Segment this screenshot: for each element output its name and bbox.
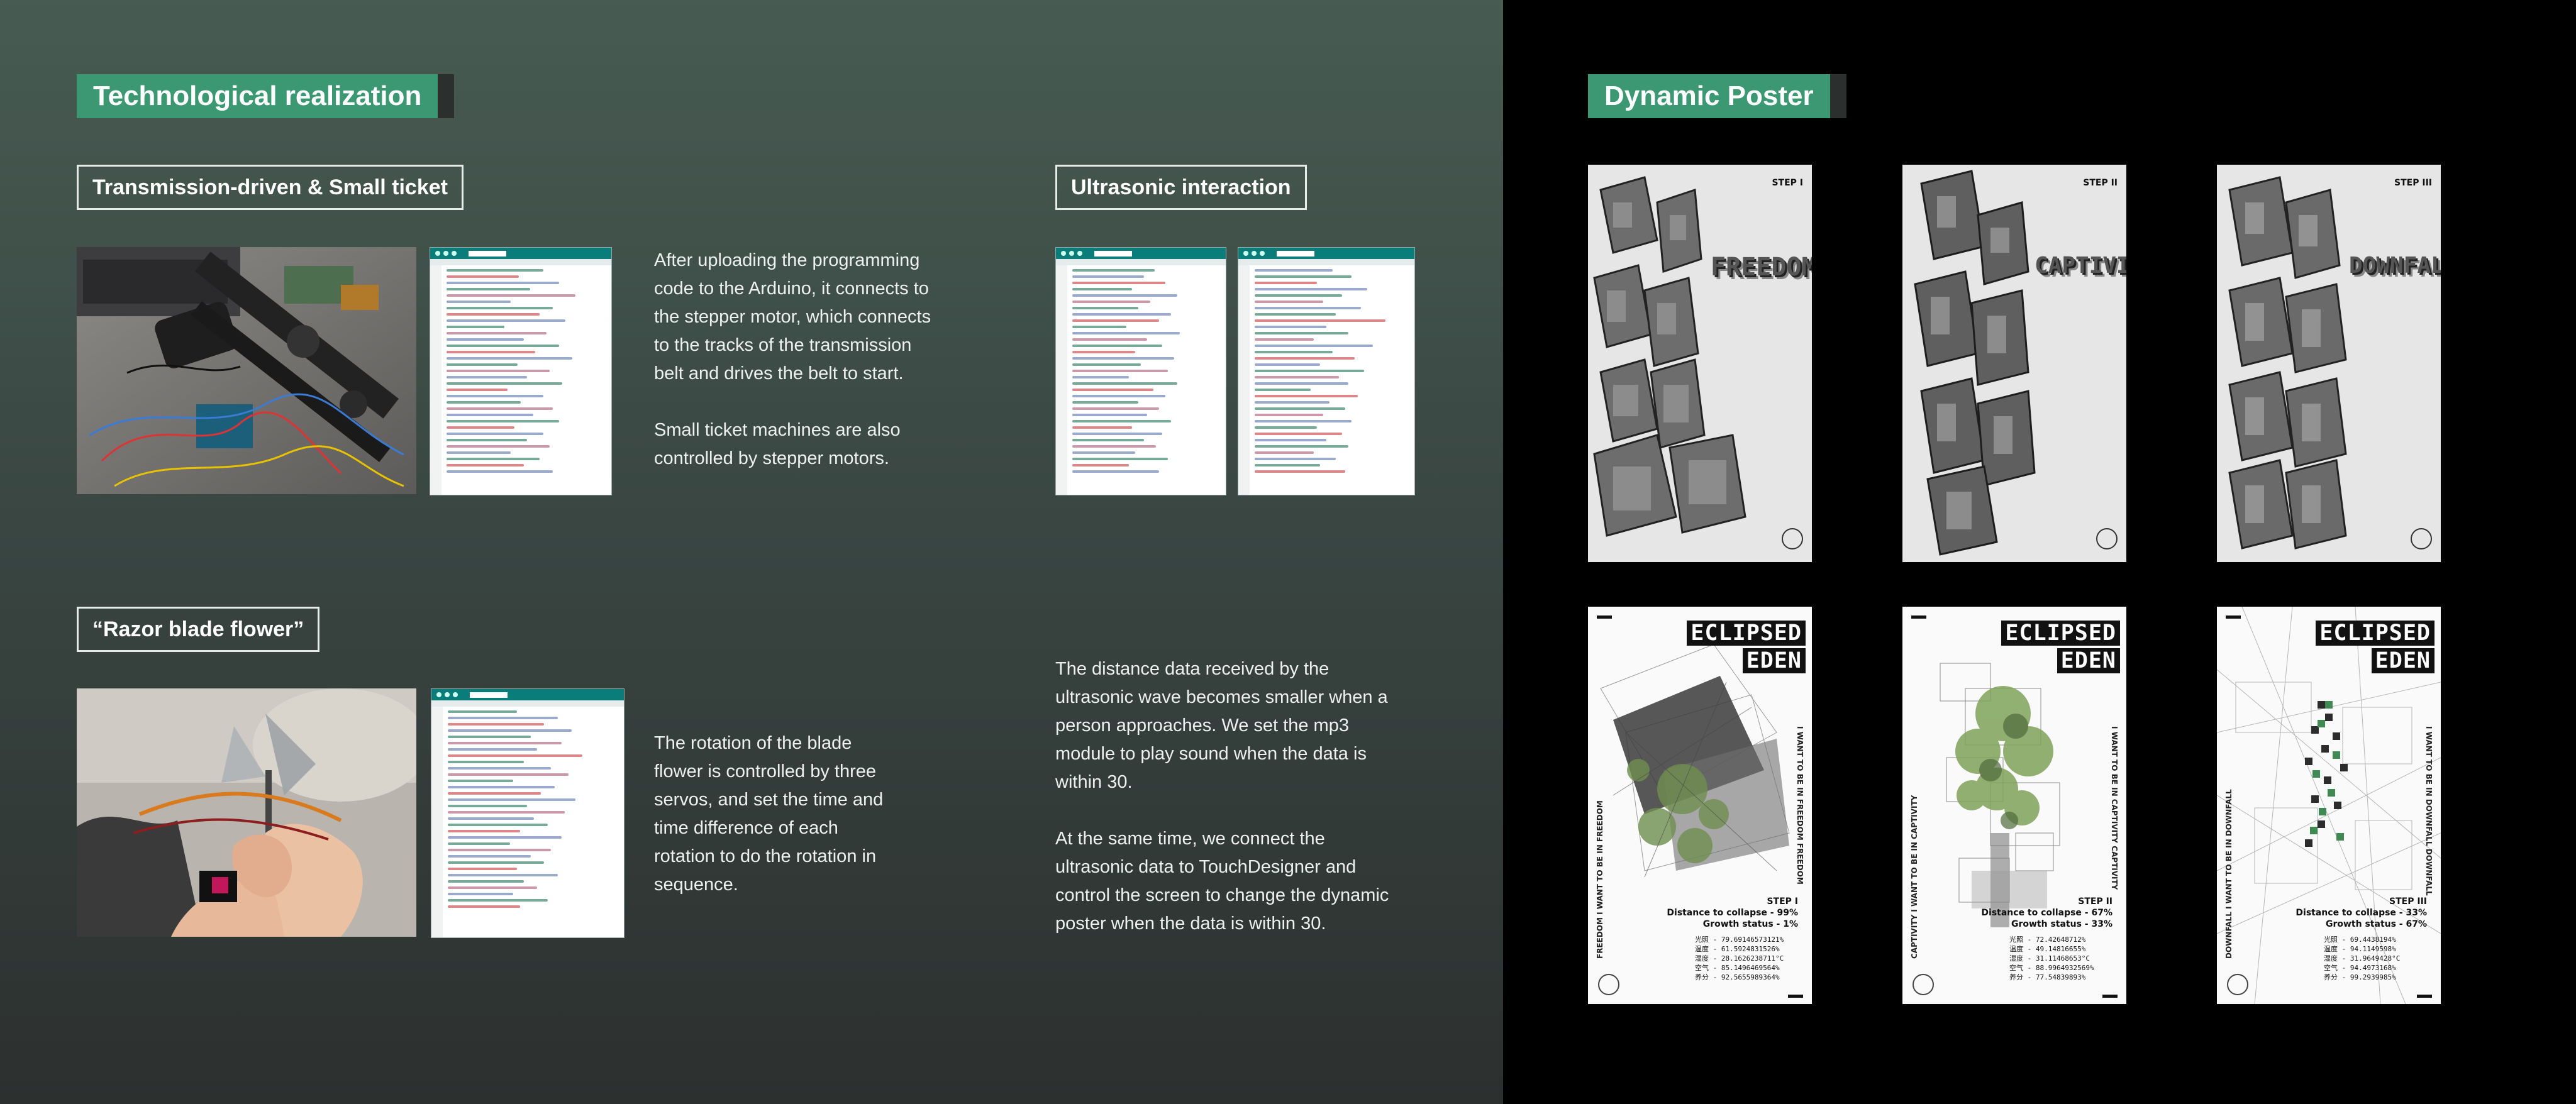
- poster-freedom-side-left: FREEDOM I WANT TO BE IN FREEDOM: [1596, 800, 1604, 959]
- section-title-dynamic-poster: Dynamic Poster: [1588, 74, 1846, 118]
- poster-captivity-3d: STEP II CAPTIVITY: [1902, 165, 2126, 562]
- title-line-2: EDEN: [2371, 648, 2434, 673]
- heading-ultrasonic: Ultrasonic interaction: [1055, 165, 1307, 210]
- heading-transmission: Transmission-driven & Small ticket: [77, 165, 464, 210]
- servo-code-screenshot: [431, 688, 625, 938]
- poster-downfall-step: STEP III: [2394, 178, 2432, 188]
- technological-realization-panel: Technological realization Transmission-d…: [0, 0, 1503, 1104]
- poster-freedom-side-right: I WANT TO BE IN FREEDOM FREEDOM: [1796, 726, 1804, 885]
- poster-captivity-stats: STEP II Distance to collapse - 67% Growt…: [1981, 896, 2112, 930]
- ultrasonic-code-screenshot-2: [1238, 247, 1415, 495]
- title-line-2: EDEN: [2057, 648, 2120, 673]
- growth-label: Growth status - 67%: [2325, 919, 2427, 929]
- poster-downfall-side-right: I WANT TO BE IN DOWNFALL DOWNFALL: [2424, 726, 2433, 896]
- poster-freedom-readings: 光照 - 79.69146573121% 温度 - 61.5924831526%…: [1695, 936, 1784, 981]
- poster-downfall-stats: STEP III Distance to collapse - 33% Grow…: [2296, 896, 2427, 930]
- poster-captivity-readings: 光照 - 72.42648712% 温度 - 49.14816655% 湿度 -…: [2009, 936, 2094, 981]
- poster-downfall-title: ECLIPSED EDEN: [2316, 621, 2434, 676]
- growth-label: Growth status - 33%: [2011, 919, 2112, 929]
- seal-icon: [2227, 974, 2248, 995]
- poster-downfall-readings: 光照 - 69.4438194% 温度 - 94.1149598% 湿度 - 3…: [2324, 936, 2401, 981]
- title-line-1: ECLIPSED: [2001, 621, 2120, 646]
- razor-blade-flower-photo: [77, 688, 416, 937]
- razor-description: The rotation of the blade flower is cont…: [654, 733, 884, 895]
- growth-label: Growth status - 1%: [1702, 919, 1798, 929]
- seal-icon: [1598, 974, 1619, 995]
- title-line-1: ECLIPSED: [1687, 621, 1806, 646]
- collapse-label: Distance to collapse - 99%: [1667, 908, 1798, 918]
- dynamic-poster-panel: Dynamic Poster ECLIPS: [1503, 0, 2576, 1104]
- ultrasonic-description: The distance data received by the ultras…: [1055, 659, 1389, 934]
- stepper-belt-photo: [77, 247, 416, 494]
- poster-freedom-3d: ECLIPSED EDEN STEP I FREEDOM: [1588, 165, 1812, 562]
- section-title-label: Dynamic Poster: [1588, 74, 1830, 118]
- poster-freedom-step: STEP I: [1772, 178, 1803, 188]
- ultrasonic-code-screenshot-1: [1055, 247, 1226, 495]
- seal-icon: [1913, 974, 1934, 995]
- collapse-label: Distance to collapse - 33%: [2296, 908, 2427, 918]
- transmission-description: After uploading the programming code to …: [654, 250, 931, 468]
- poster-freedom-stats: STEP I Distance to collapse - 99% Growth…: [1667, 896, 1798, 930]
- step-label: STEP I: [1767, 897, 1798, 907]
- collapse-label: Distance to collapse - 67%: [1981, 908, 2112, 918]
- title-line-1: ECLIPSED: [2316, 621, 2434, 646]
- poster-captivity-side-left: CAPTIVITY I WANT TO BE IN CAPTIVITY: [1910, 795, 1919, 959]
- heading-razor-blade-flower: “Razor blade flower”: [77, 607, 320, 652]
- poster-captivity-step: STEP II: [2083, 178, 2118, 188]
- section-title-technological: Technological realization: [77, 74, 455, 118]
- poster-downfall: ECLIPSED EDEN STEP III Distance to colla…: [2217, 607, 2441, 1004]
- title-line-2: EDEN: [1742, 648, 1806, 673]
- step-label: STEP II: [2078, 897, 2112, 907]
- arduino-code-screenshot: [430, 247, 612, 495]
- poster-captivity-word: CAPTIVITY: [2035, 253, 2126, 279]
- poster-freedom: ECLIPSED EDEN STEP I Distance to collaps…: [1588, 607, 1812, 1004]
- poster-downfall-word: DOWNFALL: [2349, 253, 2441, 279]
- poster-captivity: ECLIPSED EDEN STEP II Distance to collap…: [1902, 607, 2126, 1004]
- poster-freedom-title: ECLIPSED EDEN: [1687, 621, 1806, 676]
- section-title-label: Technological realization: [77, 74, 438, 118]
- poster-downfall-side-left: DOWNFALL I WANT TO BE IN DOWNFALL: [2224, 789, 2233, 959]
- poster-freedom-word: FREEDOM: [1711, 253, 1812, 282]
- step-label: STEP III: [2389, 897, 2427, 907]
- poster-downfall-3d: STEP III DOWNFALL: [2217, 165, 2441, 562]
- poster-captivity-side-right: I WANT TO BE IN CAPTIVITY CAPTIVITY: [2110, 726, 2119, 890]
- poster-captivity-title: ECLIPSED EDEN: [2001, 621, 2120, 676]
